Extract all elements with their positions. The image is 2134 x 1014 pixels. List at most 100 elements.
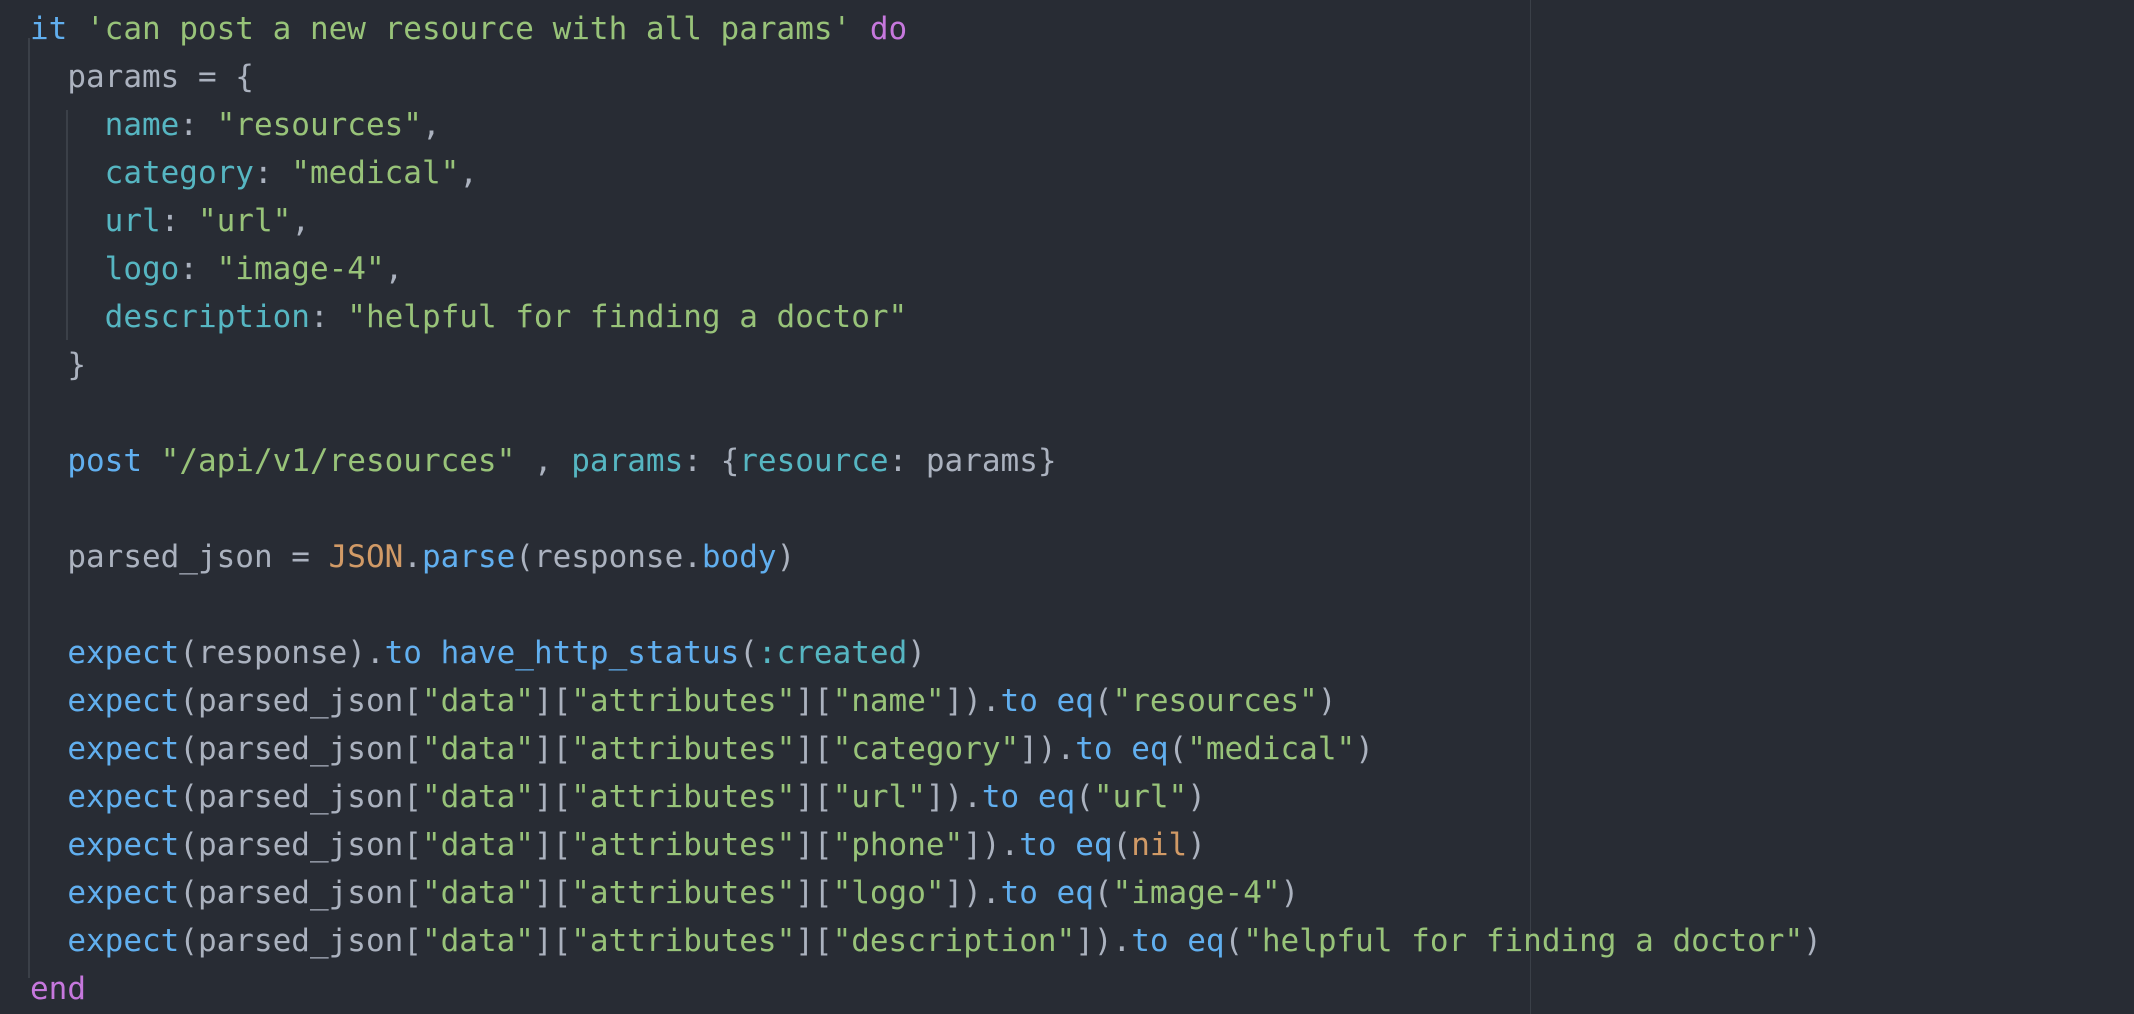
code-token-default: , bbox=[291, 203, 310, 239]
code-token-string: "attributes" bbox=[571, 683, 796, 719]
code-line[interactable]: expect(parsed_json["data"]["attributes"]… bbox=[30, 773, 1822, 821]
code-token-default bbox=[30, 635, 67, 671]
code-token-default: (parsed_json[ bbox=[179, 827, 422, 863]
code-line[interactable]: name: "resources", bbox=[30, 101, 1822, 149]
code-token-default: : bbox=[160, 203, 198, 239]
code-token-string: "url" bbox=[1093, 779, 1188, 815]
code-token-default: (parsed_json[ bbox=[179, 875, 422, 911]
code-token-string: "category" bbox=[832, 731, 1020, 767]
code-line[interactable]: post "/api/v1/resources" , params: {reso… bbox=[30, 437, 1822, 485]
code-token-default: ][ bbox=[795, 923, 833, 959]
code-token-method: expect bbox=[67, 827, 180, 863]
code-token-method: expect bbox=[67, 923, 180, 959]
code-token-default bbox=[30, 779, 67, 815]
code-token-default: ) bbox=[1187, 779, 1206, 815]
code-line[interactable]: expect(parsed_json["data"]["attributes"]… bbox=[30, 821, 1822, 869]
code-token-default: ][ bbox=[795, 779, 833, 815]
code-line[interactable]: logo: "image-4", bbox=[30, 245, 1822, 293]
code-token-symbol: resource bbox=[739, 443, 889, 479]
code-token-string: "url" bbox=[197, 203, 292, 239]
code-token-method: eq bbox=[1187, 923, 1225, 959]
code-line[interactable]: category: "medical", bbox=[30, 149, 1822, 197]
code-token-default: ( bbox=[1224, 923, 1244, 959]
code-token-default: ) bbox=[776, 539, 796, 575]
code-token-default: (parsed_json[ bbox=[179, 779, 422, 815]
code-line[interactable]: end bbox=[30, 965, 1822, 1013]
code-token-constant: JSON bbox=[328, 539, 404, 575]
code-token-method: eq bbox=[1075, 827, 1113, 863]
code-token-symbol: description bbox=[104, 299, 310, 335]
code-token-default: : bbox=[179, 107, 217, 143]
code-token-string: "helpful for finding a doctor" bbox=[347, 299, 908, 335]
code-line[interactable]: expect(parsed_json["data"]["attributes"]… bbox=[30, 725, 1822, 773]
code-token-string: "image-4" bbox=[216, 251, 385, 287]
code-token-string: "data" bbox=[421, 827, 534, 863]
code-token-default: , bbox=[515, 443, 572, 479]
code-token-default: ( bbox=[739, 635, 758, 671]
code-token-string: "attributes" bbox=[571, 779, 796, 815]
code-content[interactable]: it 'can post a new resource with all par… bbox=[30, 5, 1822, 1013]
code-token-default: parsed_json = bbox=[30, 539, 329, 575]
code-token-default: ( bbox=[1093, 875, 1113, 911]
code-token-method: to bbox=[1131, 923, 1169, 959]
code-line[interactable]: description: "helpful for finding a doct… bbox=[30, 293, 1822, 341]
code-token-default: ( bbox=[1112, 827, 1132, 863]
code-line[interactable]: expect(parsed_json["data"]["attributes"]… bbox=[30, 869, 1822, 917]
code-token-default bbox=[30, 827, 67, 863]
code-token-symbol: category bbox=[104, 155, 254, 191]
code-token-method: eq bbox=[1056, 683, 1094, 719]
code-token-default: ) bbox=[907, 635, 926, 671]
code-token-string: 'can post a new resource with all params… bbox=[86, 11, 852, 47]
code-line[interactable]: url: "url", bbox=[30, 197, 1822, 245]
code-token-default: ][ bbox=[795, 731, 833, 767]
code-line[interactable]: ​ bbox=[30, 389, 1822, 437]
code-token-method: parse bbox=[421, 539, 516, 575]
code-line[interactable]: expect(parsed_json["data"]["attributes"]… bbox=[30, 917, 1821, 965]
code-token-default: (response). bbox=[179, 635, 385, 671]
code-token-string: "helpful for finding a doctor" bbox=[1243, 923, 1804, 959]
code-line[interactable]: ​ bbox=[30, 485, 1822, 533]
code-line[interactable]: it 'can post a new resource with all par… bbox=[30, 5, 1822, 53]
code-line[interactable]: ​ bbox=[30, 581, 1822, 629]
code-token-default: ]). bbox=[1019, 731, 1076, 767]
code-token-method: body bbox=[701, 539, 777, 575]
code-token-string: "data" bbox=[421, 923, 534, 959]
code-token-method: it bbox=[30, 11, 68, 47]
code-token-method: expect bbox=[67, 683, 180, 719]
code-token-default: ][ bbox=[533, 731, 572, 767]
code-token-default: (response. bbox=[515, 539, 702, 575]
code-line[interactable]: params = { bbox=[30, 53, 1822, 101]
code-token-method: eq bbox=[1056, 875, 1094, 911]
code-line[interactable]: } bbox=[30, 341, 1822, 389]
code-token-default bbox=[30, 875, 67, 911]
code-token-string: "resources" bbox=[216, 107, 422, 143]
code-token-default: ][ bbox=[533, 923, 572, 959]
code-line[interactable]: parsed_json = JSON.parse(response.body) bbox=[30, 533, 1822, 581]
code-token-symbol: url bbox=[104, 203, 161, 239]
code-token-default: (parsed_json[ bbox=[179, 731, 422, 767]
code-line[interactable]: expect(response).to have_http_status(:cr… bbox=[30, 629, 1822, 677]
code-token-string: "data" bbox=[421, 875, 534, 911]
code-editor[interactable]: it 'can post a new resource with all par… bbox=[0, 0, 2134, 1014]
code-token-default: : bbox=[309, 299, 348, 335]
code-token-default: ][ bbox=[795, 683, 833, 719]
code-token-method: eq bbox=[1037, 779, 1076, 815]
code-token-string: "data" bbox=[421, 779, 534, 815]
code-token-default: (parsed_json[ bbox=[179, 683, 422, 719]
code-token-default: } bbox=[30, 347, 86, 383]
code-token-keyword: do bbox=[869, 11, 908, 47]
code-token-default: ][ bbox=[533, 827, 572, 863]
code-token-method: to bbox=[1000, 875, 1038, 911]
code-token-string: "image-4" bbox=[1112, 875, 1281, 911]
code-token-method: eq bbox=[1131, 731, 1169, 767]
code-token-default: ]). bbox=[1075, 923, 1132, 959]
code-token-default bbox=[30, 107, 105, 143]
code-token-method: expect bbox=[67, 779, 180, 815]
code-token-default: : { bbox=[683, 443, 740, 479]
code-line[interactable]: expect(parsed_json["data"]["attributes"]… bbox=[30, 677, 1822, 725]
code-token-string: "url" bbox=[832, 779, 926, 815]
code-token-default bbox=[67, 11, 86, 47]
code-token-default bbox=[30, 203, 105, 239]
code-token-string: "data" bbox=[421, 731, 534, 767]
code-token-default bbox=[30, 155, 105, 191]
